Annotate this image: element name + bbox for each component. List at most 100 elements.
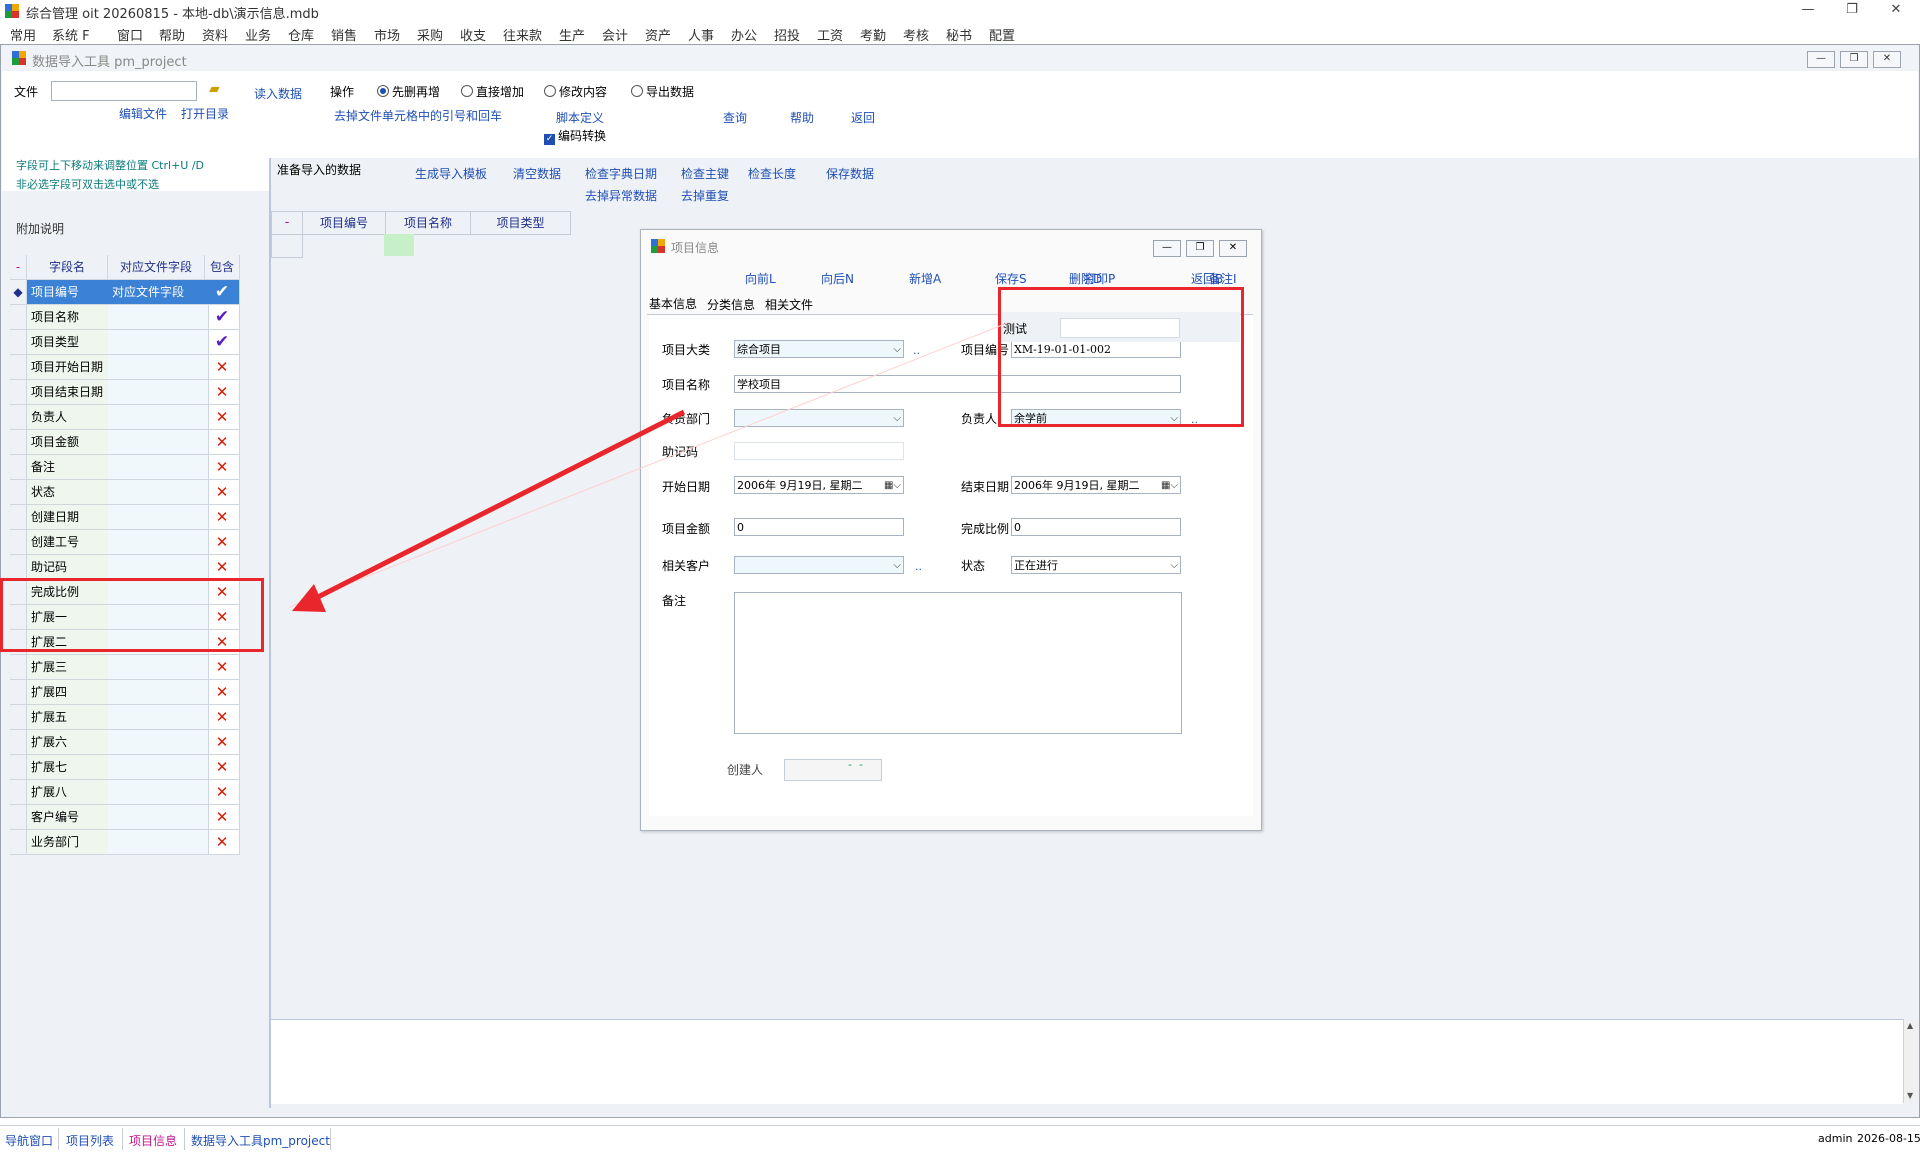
mapped-field-cell[interactable] [108,355,209,379]
save-data-button[interactable]: 保存数据 [826,165,874,182]
field-name-cell[interactable]: 客户编号 [27,805,112,829]
cross-icon[interactable]: ✕ [205,655,240,679]
field-name-cell[interactable]: 扩展八 [27,780,112,804]
status-tab-project-info[interactable]: 项目信息 [129,1132,177,1149]
column-header-field-name[interactable]: 字段名 [27,255,108,279]
menu-item[interactable]: 招投 [774,25,800,44]
menu-item[interactable]: 人事 [688,25,714,44]
memo-scrollbar[interactable]: ▲ ▼ [1903,1019,1918,1103]
mapped-field-cell[interactable] [108,830,209,854]
remove-abnormal-button[interactable]: 去掉异常数据 [585,187,657,204]
field-grid-row[interactable]: 项目名称 ✔ [10,305,240,330]
add-record-button[interactable]: 新增A [909,270,941,287]
row-selector-icon[interactable] [10,355,27,379]
menu-item[interactable]: 工资 [817,25,843,44]
field-name-cell[interactable]: 扩展七 [27,755,112,779]
cross-icon[interactable]: ✕ [205,430,240,454]
row-selector-icon[interactable] [10,305,27,329]
menu-item[interactable]: 往来款 [503,25,542,44]
menu-item[interactable]: 会计 [602,25,628,44]
menu-item[interactable]: 生产 [559,25,585,44]
status-tab-navigation[interactable]: 导航窗口 [5,1132,53,1149]
script-definition-button[interactable]: 脚本定义 [556,109,604,126]
field-grid-row[interactable]: 状态 ✕ [10,480,240,505]
row-selector-icon[interactable] [10,755,27,779]
field-name-cell[interactable]: 创建工号 [27,530,112,554]
menu-item[interactable]: 配置 [989,25,1015,44]
close-button[interactable]: ✕ [1873,0,1919,22]
mapped-field-cell[interactable] [108,530,209,554]
menu-item[interactable]: 业务 [245,25,271,44]
check-icon[interactable]: ✔ [205,305,240,329]
check-icon[interactable]: ✔ [205,330,240,354]
field-name-cell[interactable]: 项目类型 [27,330,112,354]
menu-item[interactable]: 常用 [10,25,36,44]
row-selector-icon[interactable] [10,555,27,579]
preview-col-header[interactable]: 项目名称 [386,212,471,234]
menu-item[interactable]: 考核 [903,25,929,44]
row-selector-icon[interactable] [10,330,27,354]
row-selector-icon[interactable]: ◆ [10,280,27,304]
tab-category-info[interactable]: 分类信息 [707,296,755,313]
mapped-field-cell[interactable] [108,555,209,579]
field-name-cell[interactable]: 扩展三 [27,655,112,679]
dialog-restore-button[interactable]: ❐ [1186,240,1214,257]
status-tab-project-list[interactable]: 项目列表 [66,1132,114,1149]
menu-item[interactable]: 仓库 [288,25,314,44]
row-selector-icon[interactable] [10,705,27,729]
cross-icon[interactable]: ✕ [205,680,240,704]
menu-item[interactable]: 帮助 [159,25,185,44]
cross-icon[interactable]: ✕ [205,355,240,379]
mapped-field-cell[interactable] [108,430,209,454]
mapped-field-cell[interactable] [108,480,209,504]
field-name-cell[interactable]: 状态 [27,480,112,504]
cross-icon[interactable]: ✕ [205,380,240,404]
field-name-cell[interactable]: 备注 [27,455,112,479]
column-header-include[interactable]: 包含 [205,255,240,279]
row-selector-icon[interactable] [10,480,27,504]
menu-item[interactable]: 收支 [460,25,486,44]
preview-active-cell[interactable] [384,234,414,256]
return-button[interactable]: 返回B [1191,270,1223,287]
check-dictionary-date-button[interactable]: 检查字典日期 [585,165,657,182]
mapped-field-cell[interactable]: 对应文件字段 [108,280,209,304]
field-grid-row[interactable]: 扩展四 ✕ [10,680,240,705]
check-icon[interactable]: ✔ [205,280,240,304]
row-selector-icon[interactable] [10,830,27,854]
radio-modify[interactable]: 修改内容 [544,83,607,100]
field-grid-row[interactable]: 扩展六 ✕ [10,730,240,755]
preview-row-selector[interactable] [271,234,303,258]
mapped-field-cell[interactable] [108,330,209,354]
remove-duplicates-button[interactable]: 去掉重复 [681,187,729,204]
help-button[interactable]: 帮助 [790,109,814,126]
field-name-cell[interactable]: 项目结束日期 [27,380,112,404]
tab-basic-info[interactable]: 基本信息 [649,295,697,312]
menu-item[interactable]: 考勤 [860,25,886,44]
row-selector-icon[interactable] [10,655,27,679]
row-selector-icon[interactable] [10,680,27,704]
menu-item[interactable]: 秘书 [946,25,972,44]
mapped-field-cell[interactable] [108,380,209,404]
check-length-button[interactable]: 检查长度 [748,165,796,182]
restore-button[interactable]: ❐ [1829,0,1875,22]
cross-icon[interactable]: ✕ [205,755,240,779]
cross-icon[interactable]: ✕ [205,805,240,829]
menu-item[interactable]: 系统 F [52,25,90,44]
minimize-button[interactable]: — [1785,0,1831,22]
mapped-field-cell[interactable] [108,705,209,729]
field-name-cell[interactable]: 项目编号 [27,280,112,304]
child-restore-button[interactable]: ❐ [1840,51,1868,68]
mapped-field-cell[interactable] [108,755,209,779]
field-grid-row[interactable]: 项目类型 ✔ [10,330,240,355]
row-selector-icon[interactable] [10,805,27,829]
mapped-field-cell[interactable] [108,455,209,479]
cross-icon[interactable]: ✕ [205,530,240,554]
dialog-close-button[interactable]: ✕ [1219,240,1247,257]
back-button[interactable]: 返回 [851,109,875,126]
cross-icon[interactable]: ✕ [205,480,240,504]
menu-item[interactable]: 资产 [645,25,671,44]
menu-item[interactable]: 资料 [202,25,228,44]
field-grid-row[interactable]: ◆ 项目编号 对应文件字段 ✔ [10,280,240,305]
save-record-button[interactable]: 保存S [995,270,1027,287]
field-grid-row[interactable]: 创建日期 ✕ [10,505,240,530]
